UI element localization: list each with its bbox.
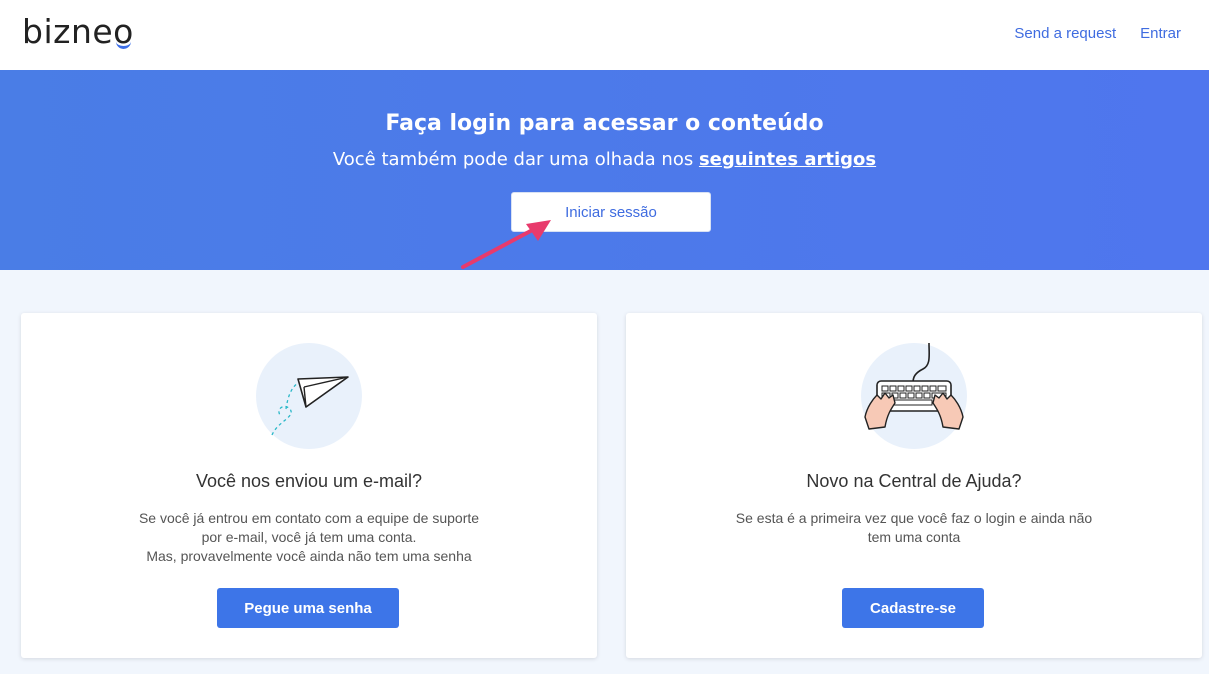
email-card-line: por e-mail, você já tem uma conta. [201,529,417,545]
sign-up-button[interactable]: Cadastre-se [842,588,984,628]
new-user-card-title: Novo na Central de Ajuda? [806,471,1022,491]
email-contact-card: Você nos enviou um e-mail? Se você já en… [21,313,597,658]
bizneo-logo[interactable]: bizneo [22,10,134,54]
hero-subtitle: Você também pode dar uma olhada nos segu… [0,149,1209,170]
top-navigation-bar: bizneo Send a request Entrar [0,0,1209,70]
email-card-line: Mas, provavelmente você ainda não tem um… [146,548,472,564]
login-hero-banner: Faça login para acessar o conteúdo Você … [0,70,1209,270]
logo-text-o: o [113,10,134,54]
pointer-arrow-annotation [461,220,551,269]
header-nav: Send a request Entrar [1014,25,1181,42]
get-password-button[interactable]: Pegue uma senha [217,588,399,628]
articles-link[interactable]: seguintes artigos [699,149,876,170]
new-user-card-line: tem uma conta [867,529,961,545]
keyboard-icon [861,342,967,449]
email-card-description: Se você já entrou em contato com a equip… [81,509,537,566]
login-link[interactable]: Entrar [1140,25,1181,42]
new-user-card-line: Se esta é a primeira vez que você faz o … [735,510,1093,526]
new-user-card-description: Se esta é a primeira vez que você faz o … [686,509,1142,547]
send-request-link[interactable]: Send a request [1014,25,1116,42]
hero-title: Faça login para acessar o conteúdo [385,111,824,136]
email-card-line: Se você já entrou em contato com a equip… [138,510,480,526]
new-user-card: Novo na Central de Ajuda? Se esta é a pr… [626,313,1202,658]
paper-plane-icon [256,343,362,449]
hero-subtitle-text: Você também pode dar uma olhada nos [332,149,699,170]
email-card-title: Você nos enviou um e-mail? [195,471,423,491]
logo-text: bizne [22,12,114,51]
